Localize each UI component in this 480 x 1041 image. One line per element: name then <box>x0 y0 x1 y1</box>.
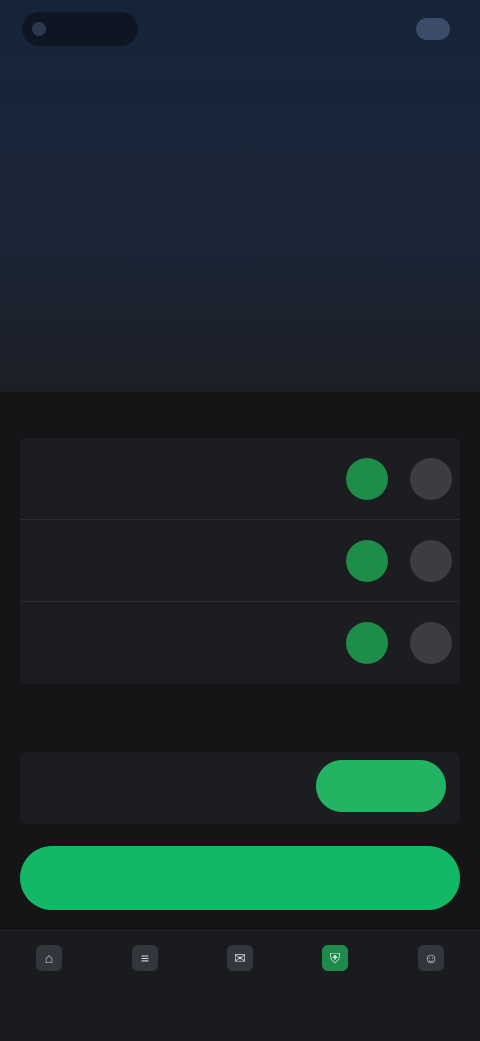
toggle-on-button[interactable] <box>346 458 388 500</box>
toggle-on-button[interactable] <box>346 622 388 664</box>
brand-pill[interactable] <box>22 12 138 46</box>
backup-button[interactable] <box>316 760 446 812</box>
toggle-off-button[interactable] <box>410 540 452 582</box>
list-icon: ≡ <box>132 945 158 971</box>
toggle-off-button[interactable] <box>410 622 452 664</box>
hero-content <box>24 62 456 380</box>
setting-text <box>34 616 324 622</box>
nav-item-chat[interactable]: ✉ <box>205 945 275 1015</box>
nav-item-home[interactable]: ⌂ <box>14 945 84 1015</box>
home-icon: ⌂ <box>36 945 62 971</box>
user-icon: ☺ <box>418 945 444 971</box>
nav-item-list[interactable]: ≡ <box>110 945 180 1015</box>
bottom-nav: ⌂ ≡ ✉ ⛨ ☺ <box>0 930 480 1041</box>
setting-text <box>34 452 324 458</box>
setting-row <box>20 520 460 602</box>
hero-banner <box>0 0 480 392</box>
toggle-on-button[interactable] <box>346 540 388 582</box>
toggle-off-button[interactable] <box>410 458 452 500</box>
top-bar <box>0 0 480 62</box>
shield-icon: ⛨ <box>322 945 348 971</box>
backup-card <box>20 752 460 824</box>
chat-icon: ✉ <box>227 945 253 971</box>
setting-row <box>20 438 460 520</box>
settings-panel <box>20 438 460 684</box>
nav-item-security[interactable]: ⛨ <box>300 945 370 1015</box>
top-right-button[interactable] <box>416 18 450 40</box>
brand-logo-icon <box>32 22 46 36</box>
nav-item-profile[interactable]: ☺ <box>396 945 466 1015</box>
setting-text <box>34 534 324 540</box>
setting-row <box>20 602 460 684</box>
primary-action-button[interactable] <box>20 846 460 910</box>
